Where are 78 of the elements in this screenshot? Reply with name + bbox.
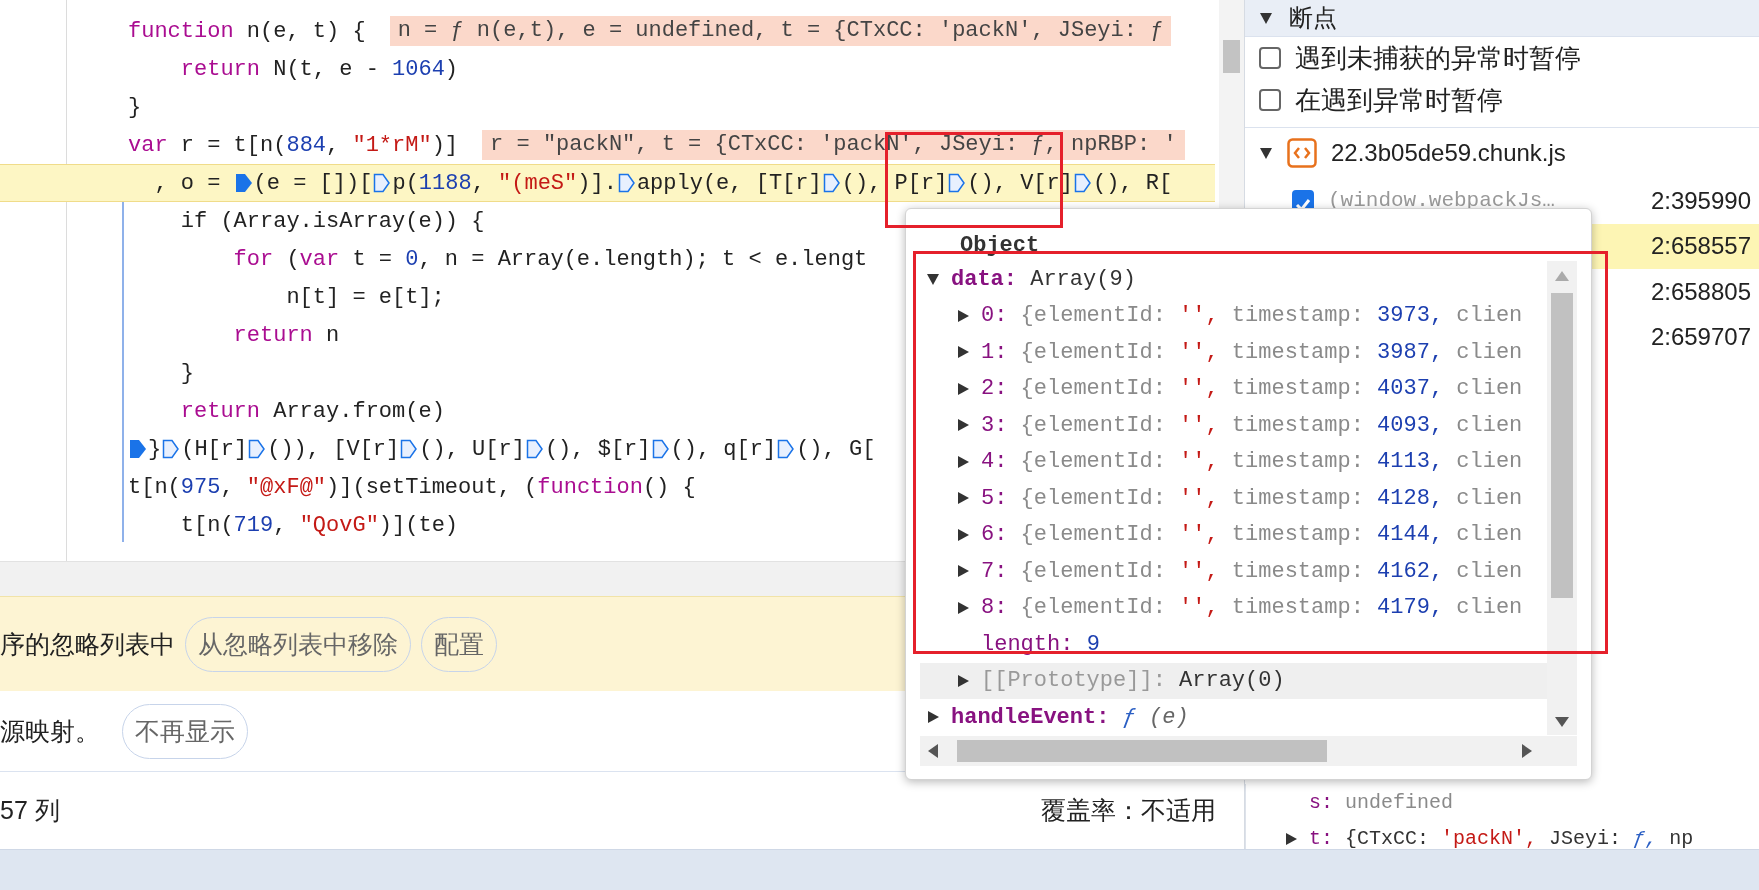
code-line: return n: [233, 322, 340, 348]
line-location[interactable]: 2:658805: [1650, 277, 1751, 306]
object-property: data: Array(9): [951, 266, 1136, 292]
scroll-down-arrow-icon: [1554, 715, 1570, 729]
breakpoint-marker-icon[interactable]: [234, 172, 253, 194]
breakpoint-marker-icon[interactable]: [822, 172, 841, 194]
code-text: (e = [])[: [253, 170, 373, 196]
object-property: t: {CTxCC: 'packN', JSeyi: ƒ, np: [1309, 827, 1694, 849]
inline-value: n = ƒ n(e,t), e = undefined, t = {CTxCC: 'packN', JSeyi: ƒ: [389, 16, 1172, 46]
scroll-right-arrow-icon: [1520, 743, 1534, 759]
code-text: , o =: [154, 170, 222, 196]
breakpoint-marker-icon[interactable]: [617, 172, 636, 194]
breakpoint-marker-icon[interactable]: [525, 438, 544, 460]
breakpoint-marker-icon[interactable]: [129, 438, 147, 460]
code-text: (), P[r]: [841, 170, 948, 196]
checkbox[interactable]: [1259, 47, 1281, 69]
line-location[interactable]: 2:395990: [1650, 186, 1751, 215]
code-line: return N(t, e - 1064): [180, 56, 459, 82]
code-text: (), G[: [796, 436, 876, 462]
code-line: function n(e, t) {: [128, 18, 366, 44]
object-property: 5: {elementId: '', timestamp: 4128, clien: [981, 485, 1523, 511]
scroll-left-arrow-icon: [926, 743, 940, 759]
horizontal-scrollbar[interactable]: [920, 736, 1577, 766]
breakpoint-marker-icon[interactable]: [1074, 172, 1092, 194]
object-property: 4: {elementId: '', timestamp: 4113, clien: [981, 449, 1523, 475]
checkbox-label: 遇到未捕获的异常时暂停: [1295, 41, 1581, 75]
code-line: n[t] = e[t];: [286, 284, 445, 310]
breakpoint-marker-icon[interactable]: [948, 172, 967, 194]
breakpoint-marker-icon[interactable]: [400, 438, 419, 460]
file-name: 22.3b05de59.chunk.js: [1331, 139, 1566, 167]
code-line: t[n(975, "@xF@")](setTimeout, (function() {: [128, 474, 696, 500]
object-property: handleEvent: ƒ (e): [951, 704, 1189, 730]
section-title: 断点: [1289, 3, 1337, 33]
message: 源映射。: [0, 715, 100, 747]
breakpoint-code: (window.webpackJs…: [1328, 189, 1556, 213]
code-text: apply(e, [T[r]: [636, 170, 822, 196]
line-location: 2:658557: [1650, 232, 1751, 261]
code-text: p(1188, "(meS")].: [392, 170, 617, 196]
code-line: var r = t[n(884, "1*rM")]: [128, 132, 459, 158]
cursor-position: 57 列: [0, 795, 60, 826]
code-text: (), R[: [1093, 170, 1173, 196]
code-text: (H[r]: [181, 436, 248, 462]
object-property: 3: {elementId: '', timestamp: 4093, clien: [981, 412, 1523, 438]
breakpoint-marker-icon[interactable]: [651, 438, 670, 460]
object-property: 1: {elementId: '', timestamp: 3987, clien: [981, 339, 1523, 365]
checkbox-label: 在遇到异常时暂停: [1295, 83, 1503, 117]
code-line: }: [128, 94, 142, 120]
code-text: (), $[r]: [544, 436, 651, 462]
code-text: (), U[r]: [419, 436, 525, 462]
code-text: }: [148, 436, 162, 462]
breakpoint-marker-icon[interactable]: [373, 172, 392, 194]
breakpoint-marker-icon[interactable]: [777, 438, 796, 460]
code-file-icon: [1287, 138, 1317, 168]
message: 序的忽略列表中: [0, 628, 175, 660]
object-property: 2: {elementId: '', timestamp: 4037, clien: [981, 376, 1523, 402]
section-header[interactable]: 断点: [1245, 0, 1759, 37]
scroll-up-arrow-icon: [1554, 269, 1570, 283]
line-location[interactable]: 2:659707: [1650, 323, 1751, 352]
object-property: 8: {elementId: '', timestamp: 4179, clien: [981, 595, 1523, 621]
vertical-scrollbar[interactable]: [1547, 261, 1577, 735]
code-line: t[n(719, "QovG")](te): [180, 512, 459, 538]
object-property: [[Prototype]]: Array(0): [981, 668, 1285, 694]
object-property: 6: {elementId: '', timestamp: 4144, clien: [981, 522, 1523, 548]
breakpoint-marker-icon[interactable]: [162, 438, 181, 460]
object-property: length: 9: [981, 631, 1100, 657]
object-property: 0: {elementId: '', timestamp: 3973, clien: [981, 303, 1523, 329]
code-line: for (var t = 0, n = Array(e.length); t < e.lengt: [233, 246, 868, 272]
coverage-status: 覆盖率：不适用: [1041, 795, 1216, 826]
code-line: if (Array.isArray(e)) {: [180, 208, 485, 234]
object-property: s: undefined: [1309, 790, 1454, 814]
code-text: (), q[r]: [670, 436, 777, 462]
object-property: 7: {elementId: '', timestamp: 4162, clien: [981, 558, 1523, 584]
code-text: ()), [V[r]: [267, 436, 400, 462]
code-line: }: [180, 360, 194, 386]
checkbox[interactable]: [1259, 89, 1281, 111]
breakpoint-marker-icon[interactable]: [248, 438, 267, 460]
code-line: return Array.from(e): [180, 398, 445, 424]
bar-button[interactable]: 不再显示: [122, 703, 248, 759]
